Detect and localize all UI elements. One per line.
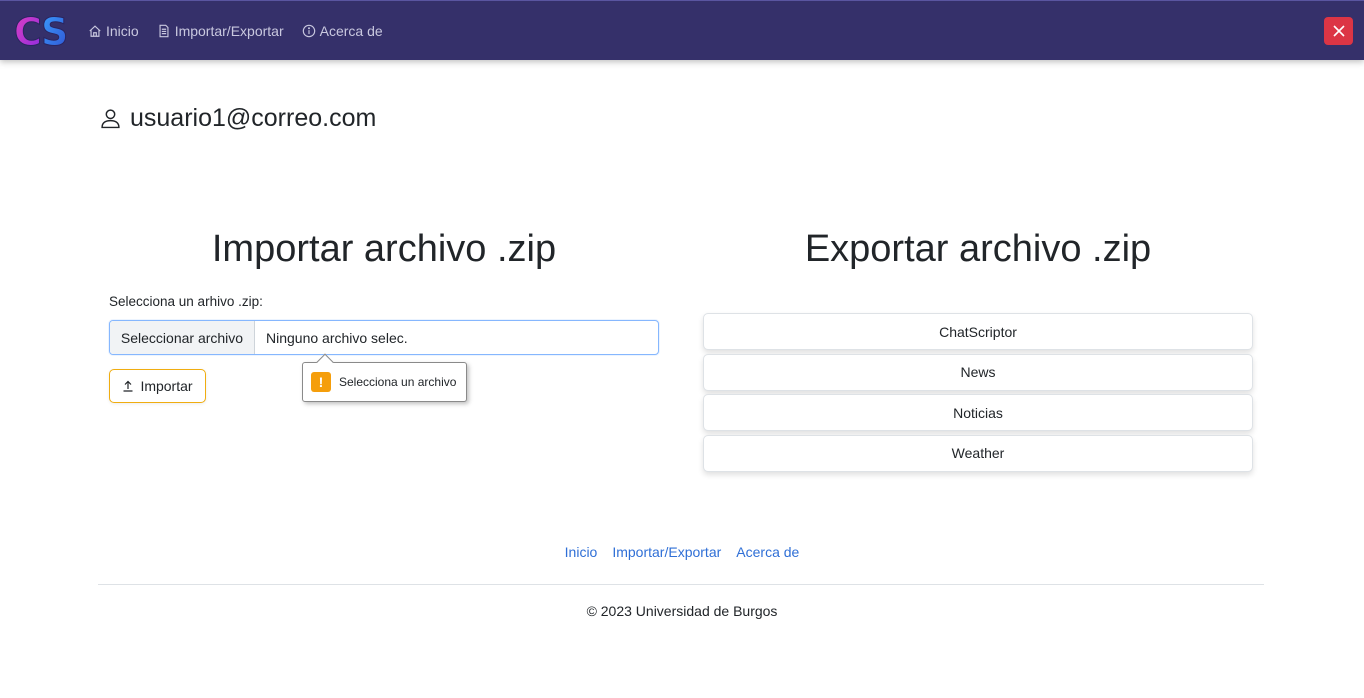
file-input[interactable]: Seleccionar archivo Ninguno archivo sele… — [109, 320, 659, 355]
copyright: © 2023 Universidad de Burgos — [586, 603, 778, 619]
nav-acerca-de[interactable]: Acerca de — [302, 23, 383, 39]
footer-link-inicio[interactable]: Inicio — [565, 544, 598, 560]
export-item-noticias[interactable]: Noticias — [703, 394, 1253, 431]
info-icon — [302, 24, 315, 38]
import-file-label: Selecciona un arhivo .zip: — [109, 294, 263, 309]
import-button[interactable]: Importar — [109, 369, 206, 403]
upload-icon — [123, 380, 133, 392]
footer-links: Inicio Importar/Exportar Acerca de — [0, 544, 1364, 560]
tooltip-arrow — [316, 353, 334, 371]
warning-icon: ! — [311, 372, 331, 392]
tooltip-text: Selecciona un archivo — [339, 375, 457, 389]
nav-importar-exportar[interactable]: Importar/Exportar — [157, 23, 284, 39]
export-title: Exportar archivo .zip — [804, 228, 1152, 270]
import-button-label: Importar — [140, 378, 193, 394]
user-icon — [101, 109, 120, 129]
app-logo[interactable]: C S — [14, 10, 74, 55]
home-icon — [89, 25, 101, 37]
svg-text:S: S — [41, 11, 68, 51]
footer-link-acerca-de[interactable]: Acerca de — [736, 544, 799, 560]
nav-inicio-label: Inicio — [106, 23, 139, 39]
export-item-weather[interactable]: Weather — [703, 434, 1253, 472]
nav-links: Inicio Importar/Exportar Acerca de — [88, 1, 383, 61]
user-email: usuario1@correo.com — [130, 104, 377, 132]
selected-file-name: Ninguno archivo selec. — [266, 329, 408, 346]
svg-text:C: C — [14, 11, 42, 51]
user-info: usuario1@correo.com — [100, 104, 376, 133]
close-button[interactable] — [1324, 17, 1353, 45]
select-file-button[interactable]: Seleccionar archivo — [110, 321, 255, 354]
export-item-news[interactable]: News — [703, 353, 1253, 391]
footer-link-importar-exportar[interactable]: Importar/Exportar — [612, 544, 721, 560]
navbar: C S Inicio Importar/Exportar Acerca de — [0, 0, 1364, 60]
document-icon — [159, 24, 169, 38]
close-icon — [1332, 25, 1345, 37]
export-item-chatscriptor[interactable]: ChatScriptor — [703, 313, 1253, 350]
import-title: Importar archivo .zip — [211, 228, 557, 270]
nav-acerca-de-label: Acerca de — [319, 23, 383, 39]
footer-divider — [98, 584, 1264, 585]
export-list: ChatScriptor News Noticias Weather — [703, 313, 1253, 475]
nav-importar-exportar-label: Importar/Exportar — [174, 23, 284, 39]
nav-inicio[interactable]: Inicio — [88, 23, 139, 39]
validation-tooltip: ! Selecciona un archivo — [302, 353, 467, 402]
